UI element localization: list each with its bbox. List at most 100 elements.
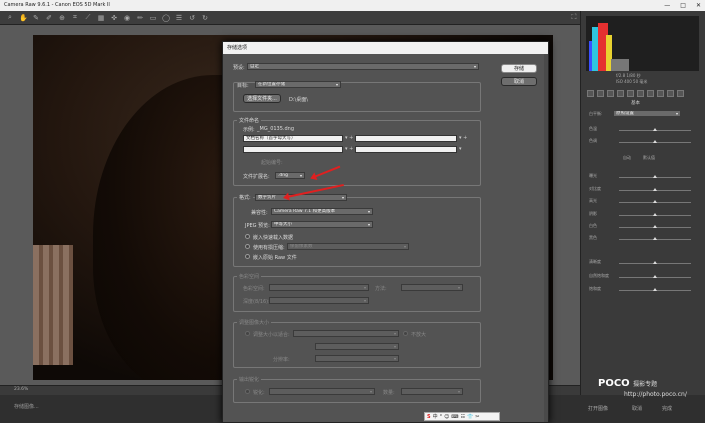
- slider-knob[interactable]: [653, 188, 657, 191]
- tab-calibration[interactable]: [657, 90, 664, 97]
- choose-folder-button[interactable]: 选择文件夹...: [243, 94, 281, 103]
- compatibility-select[interactable]: Camera Raw 7.1 和更高版本 ▾: [271, 208, 373, 215]
- dialog-scrollbar[interactable]: [544, 54, 548, 422]
- target-icon[interactable]: ⊕: [58, 14, 66, 22]
- rotate-right-icon[interactable]: ↻: [201, 14, 209, 22]
- keyboard-icon[interactable]: ⌨: [451, 414, 458, 420]
- hand-icon[interactable]: ✋: [19, 14, 28, 22]
- red-eye-icon[interactable]: ◉: [123, 14, 131, 22]
- embed-raw-checkbox[interactable]: [245, 254, 250, 259]
- name-part-4-input[interactable]: [355, 146, 457, 153]
- tab-basic[interactable]: [587, 90, 594, 97]
- maximize-icon[interactable]: □: [680, 0, 686, 11]
- slider-knob[interactable]: [653, 237, 657, 240]
- slider-row[interactable]: 清晰度: [589, 259, 699, 267]
- white-balance-select[interactable]: 原照设置 ▾: [613, 110, 681, 117]
- intent-select[interactable]: ▾: [401, 284, 463, 291]
- name-part-4-arrow[interactable]: ▾: [459, 146, 462, 152]
- straighten-icon[interactable]: ⟋: [84, 13, 92, 22]
- slider-knob[interactable]: [653, 140, 657, 143]
- name-part-1-arrow[interactable]: ▾ +: [345, 135, 353, 141]
- sharpen-checkbox[interactable]: [245, 389, 250, 394]
- name-part-1-input[interactable]: 文档名称（首字母大写）: [243, 135, 343, 142]
- name-part-3-arrow[interactable]: ▾ +: [345, 146, 353, 152]
- slider-knob[interactable]: [653, 175, 657, 178]
- amount-select[interactable]: ▾: [401, 388, 463, 395]
- slider-row[interactable]: 黑色: [589, 235, 699, 243]
- cancel-button[interactable]: 取消: [501, 77, 537, 86]
- skin-icon[interactable]: 👕: [467, 414, 473, 420]
- graduated-filter-icon[interactable]: ▭: [149, 14, 157, 22]
- toolbox-icon[interactable]: ☷: [461, 414, 465, 420]
- tab-lens[interactable]: [637, 90, 644, 97]
- slider-knob[interactable]: [653, 200, 657, 203]
- save-image-link[interactable]: 存储图像...: [14, 403, 39, 410]
- destination-select[interactable]: 在新位置存储 ▾: [255, 81, 341, 88]
- resolution-select[interactable]: ▾: [315, 355, 399, 362]
- cancel-main-button[interactable]: 取消: [632, 405, 642, 412]
- preferences-icon[interactable]: ☰: [175, 14, 183, 22]
- ime-mode-icon[interactable]: 中: [433, 413, 438, 420]
- slider-knob[interactable]: [653, 213, 657, 216]
- depth-select[interactable]: ▾: [269, 297, 369, 304]
- resize-dimension-select[interactable]: ▾: [315, 343, 399, 350]
- slider-row[interactable]: 饱和度: [589, 286, 699, 294]
- done-button[interactable]: 完成: [662, 405, 672, 412]
- fullscreen-icon[interactable]: ⛶: [570, 13, 578, 22]
- preset-select[interactable]: 自定 ▾: [247, 63, 479, 70]
- color-sampler-icon[interactable]: ✐: [45, 14, 53, 22]
- minimize-icon[interactable]: —: [664, 0, 670, 11]
- brush-icon[interactable]: ✏: [136, 14, 144, 22]
- sogou-icon[interactable]: S: [427, 414, 431, 420]
- no-enlarge-checkbox[interactable]: [403, 331, 408, 336]
- tab-detail[interactable]: [607, 90, 614, 97]
- file-extension-select[interactable]: .dng ▾: [275, 172, 305, 179]
- lossy-compression-select[interactable]: 保留像素数 ▾: [287, 243, 409, 250]
- transform-icon[interactable]: ▦: [97, 14, 105, 22]
- punctuation-icon[interactable]: °: [440, 414, 443, 420]
- slider-row[interactable]: 对比度: [589, 186, 699, 194]
- white-balance-icon[interactable]: ✎: [32, 14, 40, 22]
- sharpen-select[interactable]: ▾: [269, 388, 375, 395]
- tab-tone-curve[interactable]: [597, 90, 604, 97]
- resize-checkbox[interactable]: [245, 331, 250, 336]
- rotate-left-icon[interactable]: ↺: [188, 14, 196, 22]
- slider-knob[interactable]: [653, 288, 657, 291]
- name-part-2-arrow[interactable]: ▾ +: [459, 135, 467, 141]
- jpeg-preview-select[interactable]: 中等大小 ▾: [271, 221, 373, 228]
- tab-snapshots[interactable]: [677, 90, 684, 97]
- slider-row[interactable]: 自然饱和度: [589, 273, 699, 281]
- embed-fast-load-checkbox[interactable]: [245, 234, 250, 239]
- name-part-3-input[interactable]: [243, 146, 343, 153]
- slider-knob[interactable]: [653, 275, 657, 278]
- save-button[interactable]: 存储: [501, 64, 537, 73]
- slider-row[interactable]: 色温: [589, 126, 699, 134]
- tools-icon[interactable]: ✂: [475, 414, 479, 420]
- auto-link[interactable]: 自动: [623, 155, 631, 161]
- lossy-compression-checkbox[interactable]: [245, 244, 250, 249]
- slider-row[interactable]: 色调: [589, 138, 699, 146]
- slider-row[interactable]: 阴影: [589, 211, 699, 219]
- open-image-button[interactable]: 打开图像: [588, 405, 608, 412]
- default-link[interactable]: 默认值: [643, 155, 655, 161]
- slider-knob[interactable]: [653, 128, 657, 131]
- crop-icon[interactable]: ⌗: [71, 13, 79, 22]
- radial-filter-icon[interactable]: ◯: [162, 14, 170, 22]
- zoom-level[interactable]: 23.6%: [14, 387, 28, 392]
- format-select[interactable]: 数字负片 ▾: [255, 194, 347, 201]
- slider-row[interactable]: 白色: [589, 223, 699, 231]
- tab-split-toning[interactable]: [627, 90, 634, 97]
- slider-row[interactable]: 高光: [589, 198, 699, 206]
- name-part-2-input[interactable]: [355, 135, 457, 142]
- emoji-icon[interactable]: ☺: [444, 414, 449, 420]
- tab-presets[interactable]: [667, 90, 674, 97]
- slider-row[interactable]: 曝光: [589, 173, 699, 181]
- resize-select[interactable]: ▾: [293, 330, 399, 337]
- tab-effects[interactable]: [647, 90, 654, 97]
- spot-removal-icon[interactable]: ✜: [110, 14, 118, 22]
- slider-knob[interactable]: [653, 261, 657, 264]
- slider-knob[interactable]: [653, 225, 657, 228]
- tab-hsl[interactable]: [617, 90, 624, 97]
- close-icon[interactable]: ✕: [696, 0, 701, 11]
- zoom-icon[interactable]: ⌕: [6, 13, 14, 22]
